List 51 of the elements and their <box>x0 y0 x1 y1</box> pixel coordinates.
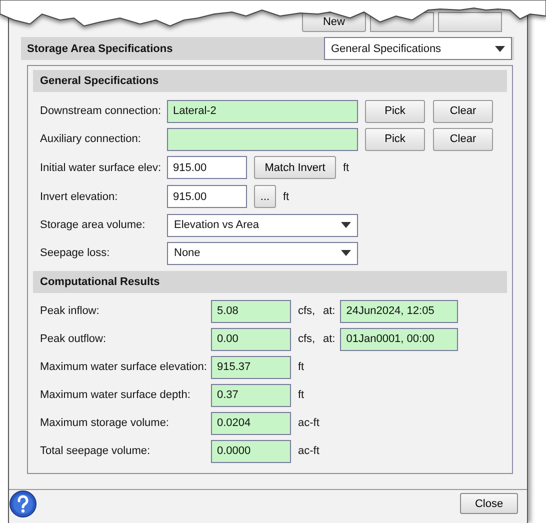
unit-label: ac-ft <box>298 417 320 429</box>
field-label: Storage area volume: <box>40 219 146 231</box>
field-label: Auxiliary connection: <box>40 133 142 145</box>
pick-button[interactable]: Pick <box>365 100 425 122</box>
time-field: 01Jan0001, 00:00 <box>340 328 458 350</box>
caret-icon <box>341 250 351 256</box>
result-label: Total seepage volume: <box>40 445 152 457</box>
field-label: Seepage loss: <box>40 247 111 259</box>
caret-icon <box>341 222 351 228</box>
unit-label: ft <box>343 162 350 174</box>
unit-label: ft <box>298 361 304 373</box>
close-button[interactable]: Close <box>460 493 518 514</box>
result-field: 0.00 <box>211 328 291 350</box>
field-label: Initial water surface elev: <box>40 162 162 174</box>
action-button[interactable]: ... <box>254 185 276 208</box>
unit-label: ft <box>283 190 290 202</box>
at-label: at: <box>323 305 336 317</box>
connection-field[interactable]: Lateral-2 <box>167 100 358 122</box>
at-label: at: <box>323 333 336 345</box>
action-button[interactable]: Match Invert <box>254 156 336 179</box>
dropdown[interactable]: Elevation vs Area <box>167 214 358 236</box>
result-label: Peak inflow: <box>40 305 100 317</box>
result-field: 915.37 <box>211 356 291 378</box>
section-title: Storage Area Specifications <box>27 42 173 54</box>
dropdown[interactable]: None <box>167 242 358 264</box>
caret-icon <box>495 46 505 52</box>
unit-label: ac-ft <box>298 445 320 457</box>
group-header: General Specifications <box>33 70 507 92</box>
time-field: 24Jun2024, 12:05 <box>340 300 458 322</box>
result-field: 0.37 <box>211 384 291 406</box>
help-icon[interactable] <box>9 490 37 518</box>
view-dropdown[interactable]: General Specifications <box>324 37 512 60</box>
unit-label: cfs, <box>298 333 316 345</box>
pick-button[interactable]: Pick <box>365 128 425 150</box>
result-label: Maximum storage volume: <box>40 417 170 429</box>
unit-label: ft <box>298 389 304 401</box>
field-label: Invert elevation: <box>40 190 119 202</box>
clear-button[interactable]: Clear <box>433 100 493 122</box>
group-header: Computational Results <box>33 271 507 293</box>
result-label: Maximum water surface depth: <box>40 389 192 401</box>
clear-button[interactable]: Clear <box>433 128 493 150</box>
result-field: 5.08 <box>211 300 291 322</box>
result-field: 0.0000 <box>211 440 291 462</box>
result-label: Maximum water surface elevation: <box>40 361 208 373</box>
input-field[interactable]: 915.00 <box>167 185 247 208</box>
result-field: 0.0204 <box>211 412 291 434</box>
result-label: Peak outflow: <box>40 333 108 345</box>
connection-field[interactable] <box>167 128 358 150</box>
unit-label: cfs, <box>298 305 316 317</box>
field-label: Downstream connection: <box>40 105 162 117</box>
input-field[interactable]: 915.00 <box>167 156 247 179</box>
